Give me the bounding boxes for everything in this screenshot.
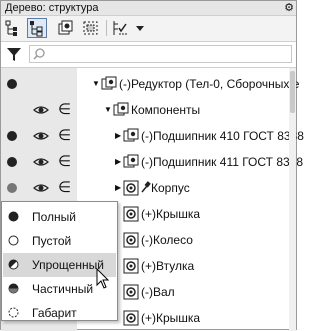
menu-item-full[interactable]: Полный [3, 205, 116, 229]
tree-list-icon[interactable] [4, 18, 24, 38]
menu-item-label: Пустой [32, 234, 72, 248]
tree-item-label: (+)Крышка [141, 311, 201, 325]
part-icon [123, 232, 139, 248]
tree-item-label: Корпус [151, 181, 190, 195]
menu-item-label: Габарит [32, 306, 77, 320]
display-mode-indicator[interactable] [7, 183, 17, 193]
eye-icon[interactable] [33, 102, 49, 118]
subassembly-icon [123, 128, 139, 144]
tree-toolbar [1, 16, 296, 42]
eye-icon[interactable] [33, 154, 49, 170]
filter-icon[interactable] [6, 46, 22, 62]
tree-item-label: (-)Колесо [141, 233, 193, 247]
empty-circle-icon [8, 235, 19, 246]
dashed-circle-icon [8, 307, 19, 318]
part-icon [123, 180, 139, 196]
toolbar-separator [106, 20, 107, 36]
component-view-icon[interactable] [56, 18, 76, 38]
display-mode-menu: Полный Пустой Упрощенный Частичный Габар… [1, 201, 118, 321]
display-mode-indicator[interactable] [7, 157, 17, 167]
tree-item-label: (-)Вал [141, 285, 175, 299]
tree-item-label: (+)Крышка [141, 207, 201, 221]
structure-tree-icon[interactable] [27, 18, 47, 38]
chevron-down-icon[interactable] [133, 18, 147, 38]
menu-item-label: Полный [32, 210, 76, 224]
panel-titlebar: Дерево: структура ⚙ [1, 1, 296, 16]
part-icon [123, 258, 139, 274]
include-icon[interactable]: ∈ [58, 126, 71, 146]
display-mode-indicator[interactable] [7, 79, 17, 89]
structure-tree-panel: Дерево: структура ⚙ ▼ (-)Редуктор (Тел-0… [0, 0, 304, 331]
pin-icon [141, 180, 151, 196]
menu-item-label: Упрощенный [32, 258, 104, 272]
tree-item-label: (+)Втулка [141, 259, 195, 273]
half-circle-icon [8, 259, 19, 270]
mouse-pointer-icon [96, 267, 110, 290]
tree-row[interactable]: ∈ ▶ (-)Подшипник 411 ГОСТ 8338 [1, 149, 303, 175]
chevron-right-icon[interactable]: ▶ [115, 157, 121, 167]
part-icon [123, 310, 139, 326]
search-box [29, 45, 292, 63]
tree-item-label: Компоненты [131, 103, 201, 117]
include-icon[interactable]: ∈ [58, 178, 71, 198]
tree-item-label: (-)Подшипник 411 ГОСТ 8338 [141, 155, 304, 169]
part-icon [123, 206, 139, 222]
frame-select-icon[interactable] [81, 18, 101, 38]
tree-row[interactable]: ▼ (-)Редуктор (Тел-0, Сборочных е [1, 71, 299, 97]
include-icon[interactable]: ∈ [58, 100, 71, 120]
menu-item-bounding-box[interactable]: Габарит [3, 301, 116, 325]
chevron-right-icon[interactable]: ▶ [115, 183, 121, 193]
partial-circle-icon [8, 283, 19, 294]
display-mode-indicator[interactable] [7, 131, 17, 141]
tree-item-label: (-)Редуктор (Тел-0, Сборочных е [119, 77, 300, 91]
filled-circle-icon [8, 211, 19, 222]
chevron-right-icon[interactable]: ▶ [115, 131, 121, 141]
assembly-icon [101, 76, 117, 92]
search-input[interactable] [46, 47, 290, 63]
tree-row[interactable]: ∈ ▼ Компоненты [1, 97, 289, 123]
tree-row[interactable]: ∈ ▶ (-)Подшипник 410 ГОСТ 8338 [1, 123, 304, 149]
eye-icon[interactable] [33, 128, 49, 144]
chevron-down-icon[interactable]: ▼ [104, 105, 112, 115]
eye-icon[interactable] [33, 180, 49, 196]
gear-icon[interactable]: ⚙ [284, 1, 294, 15]
part-icon [123, 284, 139, 300]
panel-title: Дерево: структура [5, 2, 99, 14]
scrollbar-thumb[interactable] [290, 71, 295, 113]
components-folder-icon [113, 102, 129, 118]
subassembly-icon [123, 154, 139, 170]
menu-item-label: Частичный [32, 282, 94, 296]
tree-row[interactable]: ∈ ▶ Корпус [1, 175, 289, 201]
chevron-down-icon[interactable]: ▼ [92, 79, 100, 89]
search-icon [32, 47, 46, 61]
tree-item-label: (-)Подшипник 410 ГОСТ 8338 [141, 129, 304, 143]
include-icon[interactable]: ∈ [58, 152, 71, 172]
checklist-icon[interactable] [111, 18, 131, 38]
menu-item-empty[interactable]: Пустой [3, 229, 116, 253]
filter-row [1, 42, 296, 68]
